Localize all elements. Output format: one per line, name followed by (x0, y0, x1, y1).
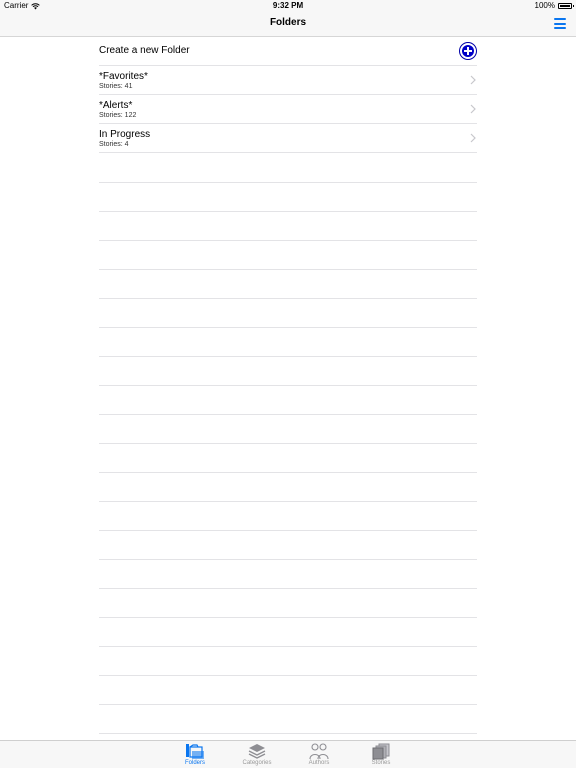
status-time: 9:32 PM (272, 1, 304, 10)
row-separator (99, 356, 477, 357)
menu-icon-bar (554, 27, 566, 29)
folder-story-count: Stories: 122 (99, 112, 137, 119)
tab-authors[interactable]: Authors (291, 741, 347, 768)
row-separator (99, 298, 477, 299)
row-separator (99, 704, 477, 705)
tab-label: Authors (308, 760, 330, 766)
navigation-bar: Folders (0, 12, 576, 37)
battery-percentage: 100% (534, 1, 555, 10)
row-separator (99, 646, 477, 647)
create-folder-row[interactable]: Create a new Folder (99, 37, 477, 66)
tab-stories[interactable]: Stories (353, 741, 409, 768)
menu-icon-bar (554, 22, 566, 25)
row-separator (99, 588, 477, 589)
row-separator (99, 733, 477, 734)
row-separator (99, 182, 477, 183)
folder-story-count: Stories: 41 (99, 83, 133, 90)
chevron-right-icon (470, 75, 476, 85)
create-folder-label: Create a new Folder (99, 45, 190, 56)
row-separator (99, 414, 477, 415)
page-title: Folders (269, 17, 307, 28)
folder-name: *Favorites* (99, 71, 148, 82)
row-separator (99, 240, 477, 241)
row-separator (99, 327, 477, 328)
people-icon (309, 743, 329, 760)
row-separator (99, 385, 477, 386)
folder-name: *Alerts* (99, 100, 133, 111)
row-separator (99, 501, 477, 502)
status-bar: Carrier 9:32 PM 100% (0, 0, 576, 12)
menu-icon-bar (554, 18, 566, 20)
row-separator (99, 559, 477, 560)
chevron-right-icon (470, 133, 476, 143)
tab-bar: Folders Categories Authors Stories (0, 740, 576, 768)
status-right: 100% (534, 0, 574, 12)
folder-row-in-progress[interactable]: In Progress Stories: 4 (99, 124, 477, 153)
tab-label: Folders (184, 760, 205, 766)
row-separator (99, 269, 477, 270)
tab-label: Categories (242, 760, 272, 766)
folder-name: In Progress (99, 129, 151, 140)
screen: Carrier 9:32 PM 100% Folders Create a ne… (0, 0, 576, 768)
plus-icon (466, 47, 469, 55)
row-separator (99, 443, 477, 444)
row-separator (99, 675, 477, 676)
tab-label: Stories (371, 760, 391, 766)
folders-table: Create a new Folder *Favorites* Stories:… (0, 37, 576, 740)
row-separator (99, 617, 477, 618)
row-separator (99, 472, 477, 473)
tab-folders[interactable]: Folders (167, 741, 223, 768)
folder-row-favorites[interactable]: *Favorites* Stories: 41 (99, 66, 477, 95)
row-separator (99, 211, 477, 212)
documents-icon (372, 743, 390, 760)
add-folder-button[interactable] (459, 42, 477, 60)
layers-icon (248, 744, 266, 759)
row-separator (99, 530, 477, 531)
chevron-right-icon (470, 104, 476, 114)
folder-story-count: Stories: 4 (99, 141, 129, 148)
tab-categories[interactable]: Categories (229, 741, 285, 768)
folders-icon (186, 744, 204, 759)
folder-row-alerts[interactable]: *Alerts* Stories: 122 (99, 95, 477, 124)
menu-button[interactable] (554, 18, 566, 29)
battery-icon (558, 3, 574, 9)
